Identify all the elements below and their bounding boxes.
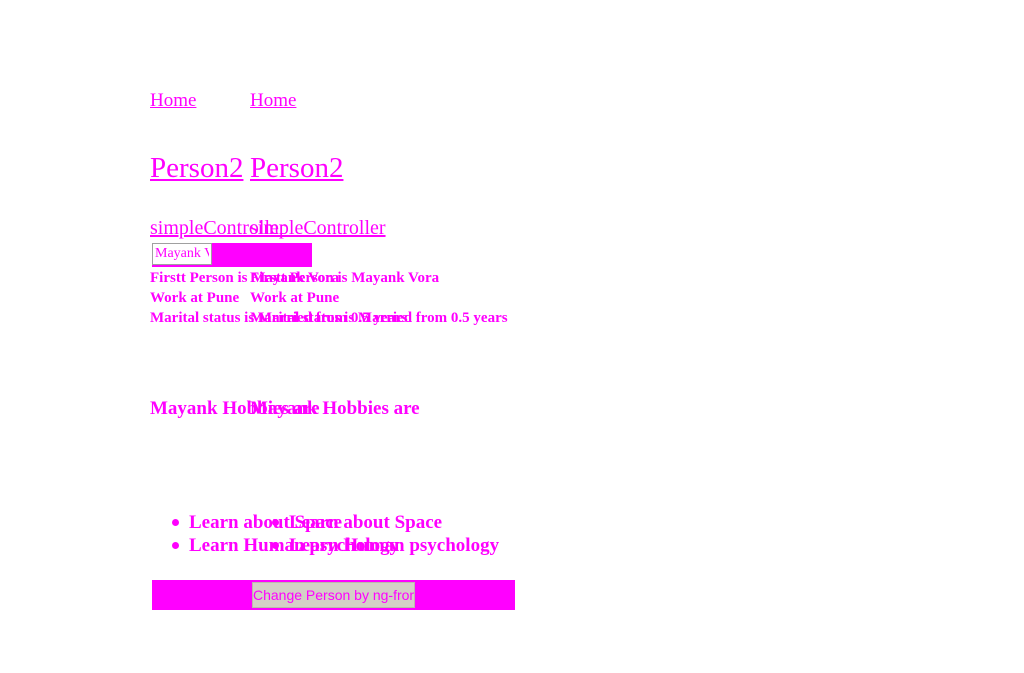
bullet-icon [172,542,179,549]
name-input[interactable] [152,243,212,265]
hobby-list: Learn about Space Learn Human psychology [250,511,499,557]
person-name-text: Firstt Person is Mayank Vora [250,270,440,286]
bullet-icon [272,519,279,526]
list-item: Learn Human psychology [272,534,500,557]
marital-status-text: Marital status is Married from 0.5 years [250,310,508,326]
bullet-icon [272,542,279,549]
work-location-text: Work at Pune [150,290,240,306]
page-title-link[interactable]: Person2 [150,152,243,185]
list-item: Learn about Space [272,511,499,534]
bullet-icon [172,519,179,526]
home-link[interactable]: Home [250,90,296,112]
change-button-wrapper [415,580,515,610]
controller-link[interactable]: simpleController [250,217,386,240]
hobby-label: Learn Human psychology [289,535,500,556]
view-layer-duplicate: Home Person2 simpleController Firstt Per… [250,0,650,673]
page-title-link[interactable]: Person2 [250,152,343,185]
home-link[interactable]: Home [150,90,196,112]
hobbies-heading: Mayank Hobbies are [250,398,420,419]
work-location-text: Work at Pune [250,290,340,306]
hobby-label: Learn about Space [289,512,443,533]
